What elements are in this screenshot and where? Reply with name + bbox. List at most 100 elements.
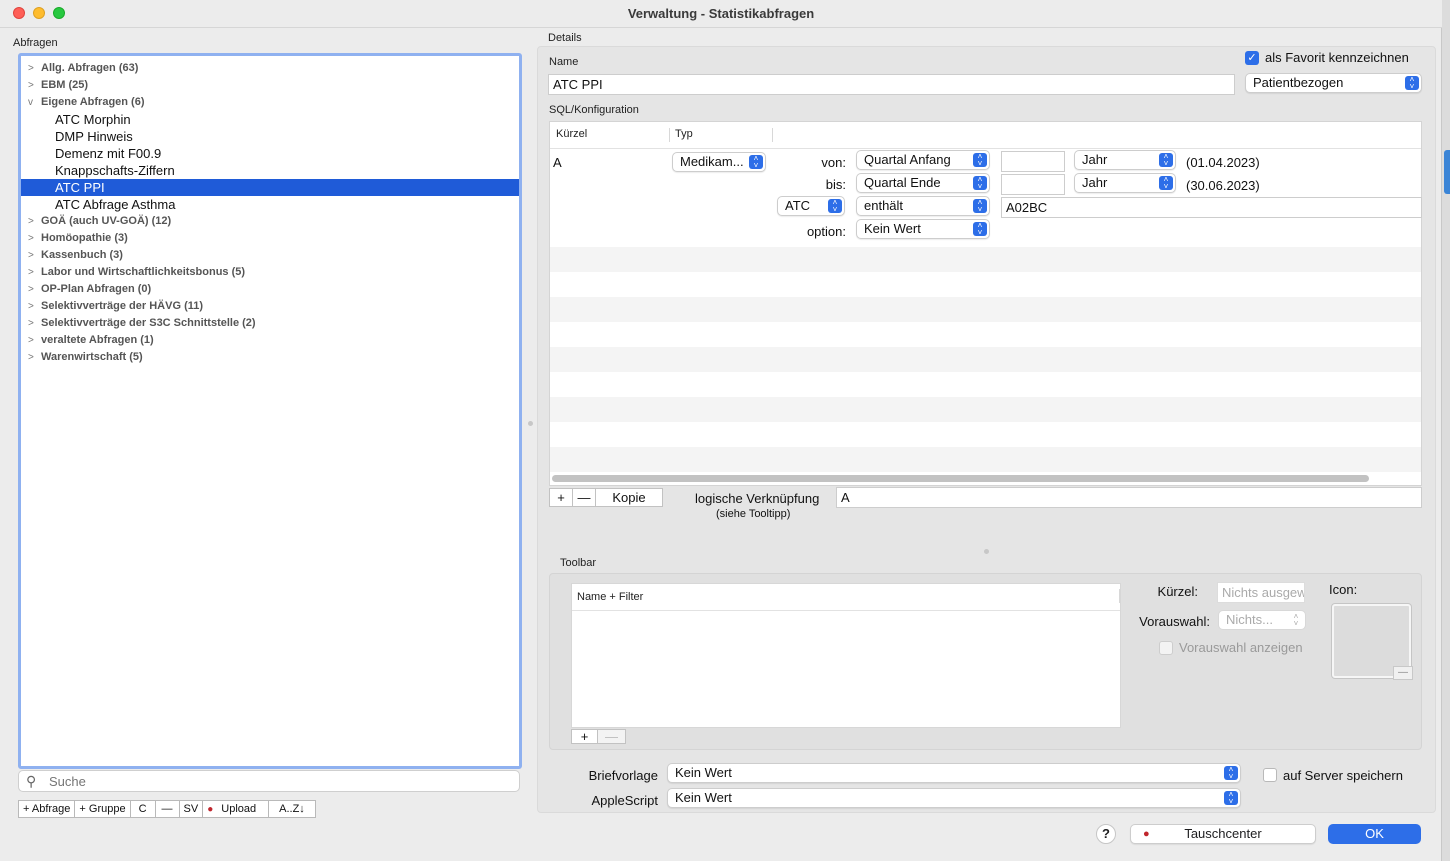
icon-image-well[interactable]: —: [1332, 604, 1413, 680]
add-query-button[interactable]: + Abfrage: [19, 801, 76, 817]
chevron-right-icon[interactable]: >: [28, 230, 40, 247]
updown-arrow-icon: ˄ ˅: [1224, 791, 1238, 806]
tree-item-demenz[interactable]: Demenz mit F00.9: [21, 145, 519, 162]
toolbar-filter-table[interactable]: Name + Filter: [571, 583, 1121, 728]
bis-unit-popup[interactable]: Jahr ˄ ˅: [1074, 173, 1176, 193]
updown-arrow-icon: ˄ ˅: [828, 199, 842, 214]
table-row-stripe: [550, 247, 1421, 272]
apple-icon: ●: [207, 804, 214, 815]
column-header-name-filter[interactable]: Name + Filter: [577, 591, 643, 603]
updown-arrow-icon: ˄ ˅: [1159, 153, 1173, 168]
search-icon: ⚲: [26, 773, 37, 789]
favorite-checkbox[interactable]: ✓: [1245, 51, 1259, 65]
chevron-right-icon[interactable]: >: [28, 264, 40, 281]
title-bar: Verwaltung - Statistikabfragen: [0, 0, 1442, 28]
von-offset-field[interactable]: [1001, 151, 1065, 172]
von-unit-popup[interactable]: Jahr ˄ ˅: [1074, 150, 1176, 170]
tauschcenter-button[interactable]: ● Tauschcenter: [1130, 824, 1316, 844]
tree-group-homoeopathie[interactable]: > Homöopathie (3): [21, 230, 519, 247]
tree-group-labor[interactable]: > Labor und Wirtschaftlichkeitsbonus (5): [21, 264, 519, 281]
vorauswahl-popup[interactable]: Nichts... ˄ ˅: [1218, 610, 1306, 630]
server-save-checkbox[interactable]: [1263, 768, 1277, 782]
chevron-down-icon[interactable]: v: [28, 94, 40, 111]
tree-group-goa[interactable]: > GOÄ (auch UV-GOÄ) (12): [21, 213, 519, 230]
chevron-right-icon[interactable]: >: [28, 332, 40, 349]
updown-arrow-icon: ˄ ˅: [973, 199, 987, 214]
horizontal-scrollbar[interactable]: [552, 475, 1369, 482]
column-separator: [669, 128, 670, 142]
background-window-accent: [1444, 150, 1450, 194]
ok-button[interactable]: OK: [1328, 824, 1421, 844]
split-view-handle[interactable]: [984, 549, 989, 554]
match-value-field[interactable]: A02BC: [1001, 197, 1422, 218]
query-button-bar: + Abfrage + Gruppe C — SV ● Upload A..Z↓: [18, 800, 316, 818]
add-group-button[interactable]: + Gruppe: [75, 801, 131, 817]
tree-group-warenwirtschaft[interactable]: > Warenwirtschaft (5): [21, 349, 519, 366]
tree-group-veraltet[interactable]: > veraltete Abfragen (1): [21, 332, 519, 349]
updown-arrow-icon: ˄ ˅: [973, 176, 987, 191]
tree-item-atc-morphin[interactable]: ATC Morphin: [21, 111, 519, 128]
option-popup[interactable]: Kein Wert ˄ ˅: [856, 219, 990, 239]
bis-date: (30.06.2023): [1186, 178, 1260, 193]
tree-group-havg[interactable]: > Selektivverträge der HÄVG (11): [21, 298, 519, 315]
tree-group-ebm[interactable]: > EBM (25): [21, 77, 519, 94]
table-row-stripe: [550, 397, 1421, 422]
chevron-right-icon[interactable]: >: [28, 213, 40, 230]
tree-item-atc-asthma[interactable]: ATC Abfrage Asthma: [21, 196, 519, 213]
column-separator: [772, 128, 773, 142]
upload-button[interactable]: ● Upload: [203, 801, 270, 817]
tree-item-dmp-hinweis[interactable]: DMP Hinweis: [21, 128, 519, 145]
column-header-kuerzel[interactable]: Kürzel: [556, 128, 587, 140]
remove-query-button[interactable]: —: [156, 801, 180, 817]
chevron-right-icon[interactable]: >: [28, 298, 40, 315]
chevron-right-icon[interactable]: >: [28, 349, 40, 366]
updown-arrow-icon: ˄ ˅: [1159, 176, 1173, 191]
toolbar-add-button[interactable]: +: [571, 729, 598, 744]
logic-field[interactable]: A: [836, 487, 1422, 508]
applescript-popup[interactable]: Kein Wert ˄ ˅: [667, 788, 1241, 808]
tree-group-kassenbuch[interactable]: > Kassenbuch (3): [21, 247, 519, 264]
updown-arrow-icon: ˄ ˅: [1293, 612, 1299, 628]
tree-group-eigene[interactable]: v Eigene Abfragen (6): [21, 94, 519, 111]
copy-row-button[interactable]: Kopie: [595, 488, 663, 507]
tree-item-atc-ppi-selected[interactable]: ATC PPI: [21, 179, 519, 196]
split-view-handle[interactable]: [528, 421, 533, 426]
vorauswahl-label: Vorauswahl:: [1139, 614, 1210, 629]
column-separator: [1119, 589, 1120, 603]
tree-group-s3c[interactable]: > Selektivverträge der S3C Schnittstelle…: [21, 315, 519, 332]
chevron-right-icon[interactable]: >: [28, 77, 40, 94]
tree-group-op-plan[interactable]: > OP-Plan Abfragen (0): [21, 281, 519, 298]
chevron-right-icon[interactable]: >: [28, 315, 40, 332]
copy-query-button[interactable]: C: [131, 801, 156, 817]
sql-config-label: SQL/Konfiguration: [549, 104, 639, 116]
chevron-right-icon[interactable]: >: [28, 281, 40, 298]
name-field[interactable]: ATC PPI: [548, 74, 1235, 95]
vorauswahl-anzeigen-checkbox[interactable]: [1159, 641, 1173, 655]
column-header-typ[interactable]: Typ: [675, 128, 693, 140]
toolbar-kuerzel-field[interactable]: Nichts ausgew: [1217, 582, 1305, 603]
save-query-button[interactable]: SV: [180, 801, 204, 817]
filter-field-popup[interactable]: ATC ˄ ˅: [777, 196, 845, 216]
icon-remove-button[interactable]: —: [1393, 666, 1413, 680]
chevron-right-icon[interactable]: >: [28, 247, 40, 264]
toolbar-remove-button[interactable]: —: [597, 729, 626, 744]
sort-button[interactable]: A..Z↓: [269, 801, 315, 817]
search-field[interactable]: ⚲: [18, 770, 520, 792]
tree-group-allg[interactable]: > Allg. Abfragen (63): [21, 60, 519, 77]
scope-popup[interactable]: Patientbezogen ˄ ˅: [1245, 73, 1422, 93]
operator-popup[interactable]: enthält ˄ ˅: [856, 196, 990, 216]
briefvorlage-popup[interactable]: Kein Wert ˄ ˅: [667, 763, 1241, 783]
help-button[interactable]: ?: [1096, 824, 1116, 844]
header-divider: [572, 610, 1120, 611]
bis-popup[interactable]: Quartal Ende ˄ ˅: [856, 173, 990, 193]
von-popup[interactable]: Quartal Anfang ˄ ˅: [856, 150, 990, 170]
remove-row-button[interactable]: —: [572, 488, 596, 507]
tree-item-knappschaft[interactable]: Knappschafts-Ziffern: [21, 162, 519, 179]
search-input[interactable]: [47, 773, 507, 789]
briefvorlage-label: Briefvorlage: [588, 768, 658, 783]
type-popup[interactable]: Medikam... ˄ ˅: [672, 152, 766, 172]
bis-offset-field[interactable]: [1001, 174, 1065, 195]
add-row-button[interactable]: +: [549, 488, 573, 507]
chevron-right-icon[interactable]: >: [28, 60, 40, 77]
query-tree[interactable]: > Allg. Abfragen (63) > EBM (25) v Eigen…: [18, 53, 522, 769]
